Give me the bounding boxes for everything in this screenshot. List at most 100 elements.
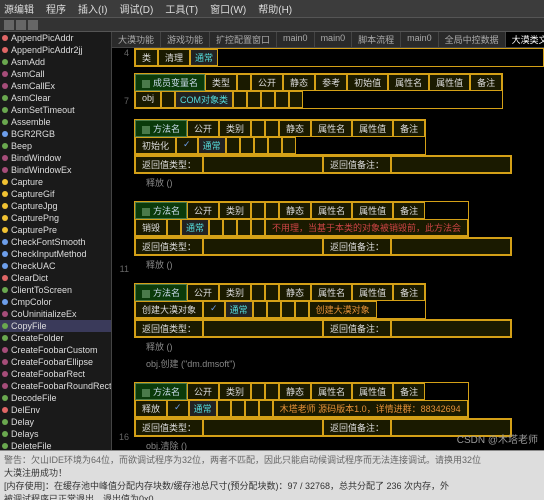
col-header: 公开 [187,202,219,219]
ret-val[interactable] [203,156,323,173]
kind-cell[interactable]: 通常 [181,219,209,236]
ret-val[interactable] [203,238,323,255]
tab[interactable]: 扩控配置窗口 [210,32,277,47]
ret-note[interactable] [391,320,511,337]
bullet-icon [2,83,8,89]
sidebar-item[interactable]: BindWindow [0,152,111,164]
sidebar-item[interactable]: ClearDict [0,272,111,284]
sidebar-label: CaptureGif [11,189,55,199]
sidebar-item[interactable]: Assemble [0,116,111,128]
cell[interactable]: 通常 [190,49,218,66]
sidebar-item[interactable]: CmpColor [0,296,111,308]
sidebar-item[interactable]: CaptureGif [0,188,111,200]
sidebar-item[interactable]: CheckUAC [0,260,111,272]
sidebar-item[interactable]: CapturePre [0,224,111,236]
tab[interactable]: 大漠功能 [112,32,161,47]
sidebar-item[interactable]: AppendPicAddr [0,32,111,44]
method-name[interactable]: 销毁 [135,219,167,236]
block-header[interactable]: 方法名 [135,383,187,400]
menu-item[interactable]: 调试(D) [119,1,153,16]
tab[interactable]: 大漠类文本 [506,32,544,47]
tab[interactable]: main0 [277,32,315,47]
sidebar-item[interactable]: CreateFoobarRect [0,368,111,380]
sidebar-item[interactable]: AsmAdd [0,56,111,68]
sidebar-item[interactable]: CreateFoobarEllipse [0,356,111,368]
sidebar-item[interactable]: Capture [0,176,111,188]
bullet-icon [2,119,8,125]
sidebar-item[interactable]: DecodeFile [0,392,111,404]
tab[interactable]: 脚本流程 [352,32,401,47]
block-header[interactable]: 成员变量名 [135,74,205,91]
col-header: 静态 [283,74,315,91]
check-cell[interactable] [161,91,175,108]
tool-icon[interactable] [16,20,26,30]
cell [275,91,289,108]
tab[interactable]: 游戏功能 [161,32,210,47]
sidebar-item[interactable]: CapturePng [0,212,111,224]
sidebar-item[interactable]: DeleteFile [0,440,111,450]
col-header: 类型 [205,74,237,91]
check-cell[interactable]: ✓ [167,400,189,417]
method-name[interactable]: 释放 [135,400,167,417]
expand-icon[interactable] [142,208,150,216]
sidebar-item[interactable]: Beep [0,140,111,152]
ret-val[interactable] [203,419,323,436]
ret-note[interactable] [391,156,511,173]
sidebar-item[interactable]: DelEnv [0,404,111,416]
expand-icon[interactable] [142,80,150,88]
tool-icon[interactable] [4,20,14,30]
check-cell[interactable]: ✓ [176,137,198,154]
block-header[interactable]: 方法名 [135,202,187,219]
sidebar-item[interactable]: CheckInputMethod [0,248,111,260]
tab[interactable]: main0 [315,32,353,47]
sidebar-item[interactable]: CaptureJpg [0,200,111,212]
block-header[interactable]: 方法名 [135,284,187,301]
sidebar-item[interactable]: CoUninitializeEx [0,308,111,320]
sidebar-item[interactable]: AsmCall [0,68,111,80]
sidebar-item[interactable]: CreateFolder [0,332,111,344]
menu-item[interactable]: 帮助(H) [258,1,292,16]
bullet-icon [2,395,8,401]
ret-val[interactable] [203,320,323,337]
method-name[interactable]: 初始化 [135,137,176,154]
sidebar-item[interactable]: BindWindowEx [0,164,111,176]
sidebar-item[interactable]: AsmCallEx [0,80,111,92]
check-cell[interactable]: ✓ [203,301,225,318]
sidebar-item[interactable]: AsmSetTimeout [0,104,111,116]
sidebar-item[interactable]: Delay [0,416,111,428]
sidebar-item[interactable]: AsmClear [0,92,111,104]
check-cell[interactable] [167,219,181,236]
sidebar-item[interactable]: Delays [0,428,111,440]
method-block: 方法名公开类别静态属性名属性值备注初始化✓通常返回值类型：返回值备注：释放 () [134,119,544,191]
sidebar-item[interactable]: CheckFontSmooth [0,236,111,248]
menu-item[interactable]: 工具(T) [165,1,198,16]
method-name[interactable]: obj [135,91,161,108]
menu-item[interactable]: 插入(I) [78,1,107,16]
ret-note[interactable] [391,238,511,255]
bullet-icon [2,167,8,173]
col-header: 类别 [219,120,251,137]
sidebar-item[interactable]: CopyFile [0,320,111,332]
sidebar-item[interactable]: BGR2RGB [0,128,111,140]
header-table: 方法名公开类别静态属性名属性值备注创建大漠对象✓通常创建大漠对象 [134,283,426,319]
sidebar-item[interactable]: ClientToScreen [0,284,111,296]
menu-item[interactable]: 源编辑 [4,1,34,16]
tab[interactable]: 全局中控数据 [439,32,506,47]
kind-cell[interactable]: 通常 [225,301,253,318]
return-row: 返回值类型：返回值备注： [134,155,512,174]
block-header[interactable]: 方法名 [135,120,187,137]
tab[interactable]: main0 [401,32,439,47]
expand-icon[interactable] [142,126,150,134]
sidebar-item[interactable]: CreateFoobarCustom [0,344,111,356]
kind-cell[interactable]: 通常 [189,400,217,417]
menu-item[interactable]: 程序 [46,1,66,16]
kind-cell[interactable]: 通常 [198,137,226,154]
sidebar-item[interactable]: CreateFoobarRoundRect [0,380,111,392]
kind-cell[interactable]: COM对象类 [175,91,233,108]
menu-item[interactable]: 窗口(W) [210,1,246,16]
expand-icon[interactable] [142,290,150,298]
method-name[interactable]: 创建大漠对象 [135,301,203,318]
tool-icon[interactable] [28,20,38,30]
sidebar-item[interactable]: AppendPicAddr2jj [0,44,111,56]
expand-icon[interactable] [142,389,150,397]
